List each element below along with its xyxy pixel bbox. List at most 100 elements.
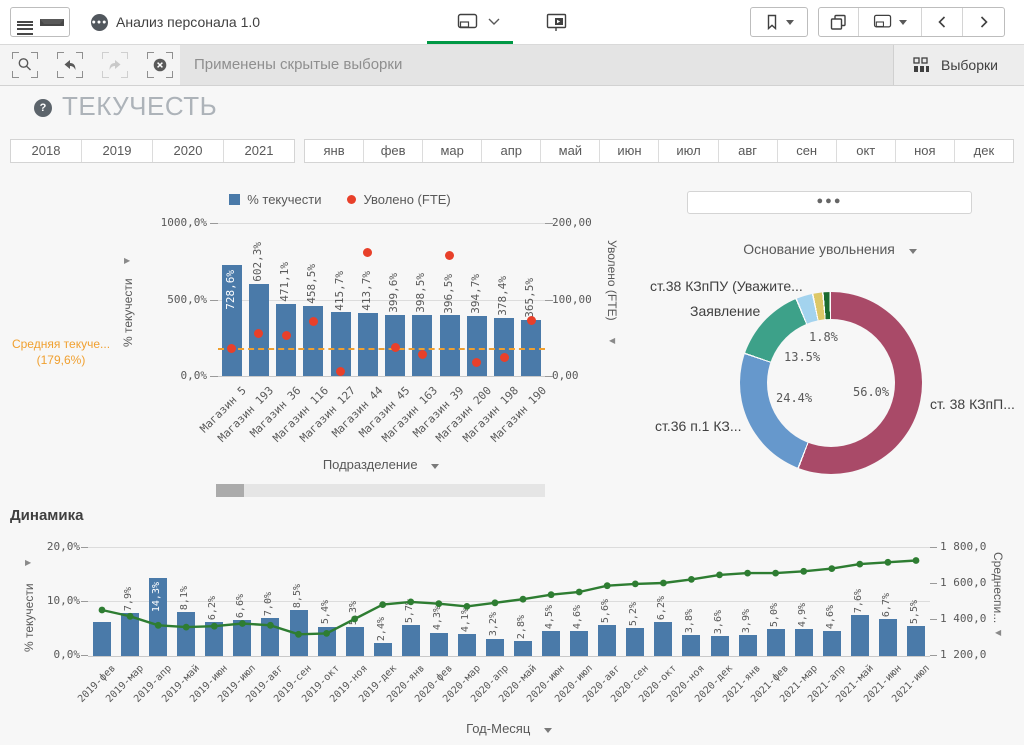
line-point[interactable] [576, 589, 583, 596]
line-point[interactable] [99, 607, 106, 614]
scatter-point[interactable] [472, 358, 481, 367]
line-point[interactable] [885, 559, 892, 566]
app-icon[interactable]: ●●● [91, 14, 108, 31]
donut-title: Основание увольнения [743, 241, 895, 257]
line-point[interactable] [800, 568, 807, 575]
line-point[interactable] [379, 601, 386, 608]
line-point[interactable] [744, 570, 751, 577]
year-filter-item[interactable]: 2018 [11, 140, 82, 162]
year-filter-item[interactable]: 2020 [153, 140, 224, 162]
month-filter-item[interactable]: апр [482, 140, 541, 162]
scatter-point[interactable] [500, 353, 509, 362]
line-point[interactable] [435, 600, 442, 607]
year-filter-item[interactable]: 2021 [224, 140, 294, 162]
dynamics-x-dimension-dropdown[interactable]: Год-Месяц [409, 721, 609, 736]
line-point[interactable] [155, 622, 162, 629]
combo-scrollbar-track[interactable] [216, 484, 545, 497]
scatter-point[interactable] [336, 367, 345, 376]
bar[interactable] [440, 315, 460, 376]
month-filter-item[interactable]: окт [837, 140, 896, 162]
line-point[interactable] [548, 591, 555, 598]
line-point[interactable] [267, 622, 274, 629]
line-point[interactable] [492, 599, 499, 606]
line-point[interactable] [688, 576, 695, 583]
scatter-point[interactable] [363, 248, 372, 257]
axis-scroll-up-icon[interactable]: ▶ [124, 256, 130, 265]
legend-item-fired[interactable]: Уволено (FTE) [347, 192, 450, 207]
sheet-icon[interactable] [457, 13, 479, 31]
line-point[interactable] [183, 624, 190, 631]
scatter-point[interactable] [527, 316, 536, 325]
sheet-overview-button[interactable] [819, 8, 859, 36]
line-point[interactable] [856, 561, 863, 568]
line-point[interactable] [716, 572, 723, 579]
month-filter-item[interactable]: янв [305, 140, 364, 162]
donut-dimension-dropdown[interactable]: Основание увольнения [700, 241, 960, 257]
bar[interactable] [358, 313, 378, 376]
month-filter-item[interactable]: дек [955, 140, 1013, 162]
storytelling-icon[interactable] [546, 13, 567, 32]
month-filter-item[interactable]: фев [364, 140, 423, 162]
combo-x-dimension-dropdown[interactable]: Подразделение [281, 457, 481, 472]
line-point[interactable] [632, 581, 639, 588]
scatter-point[interactable] [445, 251, 454, 260]
next-sheet-button[interactable] [963, 8, 1004, 36]
sheet-list-button[interactable] [859, 8, 922, 36]
line-point[interactable] [913, 557, 920, 564]
combo-scrollbar-thumb[interactable] [216, 484, 244, 497]
month-filter-item[interactable]: ноя [896, 140, 955, 162]
line-point[interactable] [127, 613, 134, 620]
bar[interactable] [467, 316, 487, 376]
reference-line-value: (179,6%) [6, 352, 116, 368]
donut-slice-percent: 56.0% [853, 385, 889, 399]
step-forward-button[interactable] [102, 52, 128, 78]
month-filter-item[interactable]: авг [719, 140, 778, 162]
y-axis-tick-label: 0,0% [145, 369, 207, 382]
month-filter-item[interactable]: сен [778, 140, 837, 162]
line-point[interactable] [604, 582, 611, 589]
sheet-chevron-down-icon[interactable] [488, 18, 500, 26]
clear-selections-button[interactable] [147, 52, 173, 78]
year-filter-item[interactable]: 2019 [82, 140, 153, 162]
headcount-line-series[interactable] [88, 535, 930, 665]
axis-scroll-left-icon[interactable]: ◀ [995, 628, 1001, 637]
bookmarks-button[interactable] [750, 7, 808, 37]
line-point[interactable] [211, 623, 218, 630]
month-filter-item[interactable]: июл [659, 140, 718, 162]
line-point[interactable] [323, 630, 330, 637]
help-icon[interactable]: ? [34, 99, 52, 117]
chevron-right-icon [978, 15, 990, 29]
line-point[interactable] [520, 596, 527, 603]
line-point[interactable] [239, 620, 246, 627]
axis-scroll-up-icon[interactable]: ▶ [25, 558, 31, 567]
selections-tool-button[interactable]: Выборки [893, 45, 1024, 85]
scatter-point[interactable] [309, 317, 318, 326]
smart-search-button[interactable] [12, 52, 38, 78]
month-filter-item[interactable]: май [541, 140, 600, 162]
step-back-button[interactable] [57, 52, 83, 78]
line-point[interactable] [464, 603, 471, 610]
previous-sheet-button[interactable] [922, 8, 963, 36]
y-axis-tick-label: 1000,0% [145, 216, 207, 229]
global-menu-button[interactable] [10, 7, 70, 37]
month-filter-item[interactable]: мар [423, 140, 482, 162]
bar[interactable] [412, 315, 432, 376]
more-options-button[interactable]: ●●● [687, 191, 972, 214]
dimension-label: Подразделение [323, 457, 418, 472]
scatter-point[interactable] [227, 344, 236, 353]
month-filter-item[interactable]: июн [600, 140, 659, 162]
axis-scroll-left-icon[interactable]: ◀ [609, 336, 615, 345]
y-axis-tick-label: 1 400,0 [940, 612, 998, 625]
scatter-point[interactable] [391, 343, 400, 352]
line-point[interactable] [828, 565, 835, 572]
legend-item-turnover[interactable]: % текучести [229, 192, 321, 207]
line-point[interactable] [351, 616, 358, 623]
bar-value-label: 728,6% [224, 270, 237, 310]
scatter-point[interactable] [418, 350, 427, 359]
tick-mark [210, 376, 218, 377]
line-point[interactable] [660, 580, 667, 587]
line-point[interactable] [295, 631, 302, 638]
line-point[interactable] [407, 599, 414, 606]
year-filter-listbox: 2018 2019 2020 2021 [10, 139, 295, 163]
line-point[interactable] [772, 570, 779, 577]
